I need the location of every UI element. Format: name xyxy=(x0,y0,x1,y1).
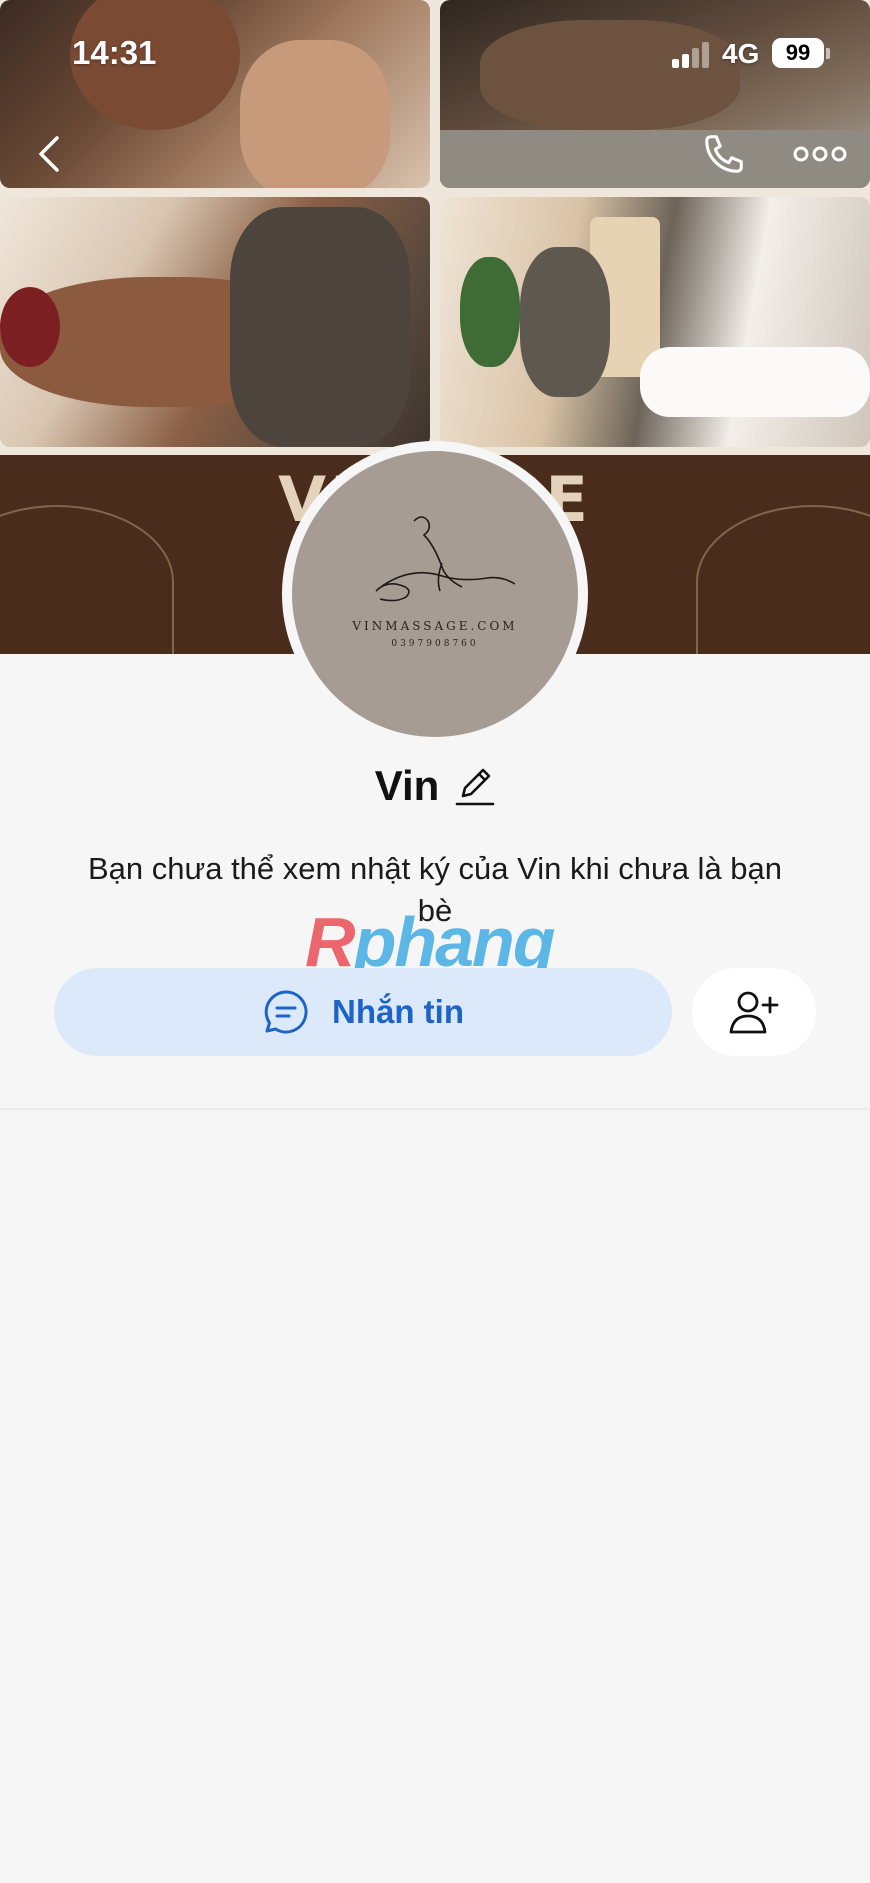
cover-photo-spa-room xyxy=(440,197,870,447)
message-button-label: Nhắn tin xyxy=(332,993,464,1030)
chevron-left-icon xyxy=(39,136,59,172)
massage-logo-icon xyxy=(375,516,516,602)
signal-icon xyxy=(672,42,712,68)
status-time: 14:31 xyxy=(72,34,157,71)
more-button[interactable] xyxy=(790,124,850,184)
cover-photo-back-massage xyxy=(0,197,430,447)
phone-icon xyxy=(705,135,743,173)
back-button[interactable] xyxy=(20,124,80,184)
add-user-icon xyxy=(729,991,779,1034)
profile-screen: VIN AGE 14:31 4G 99 xyxy=(0,0,870,1883)
chat-bubble-icon xyxy=(264,990,308,1034)
pencil-icon[interactable] xyxy=(455,764,495,808)
avatar-phone-text: 0397908760 xyxy=(391,639,479,649)
call-button[interactable] xyxy=(694,124,754,184)
profile-name-row: Vin xyxy=(0,762,870,810)
section-divider xyxy=(0,1108,870,1110)
battery-icon: 99 xyxy=(772,38,824,68)
more-horizontal-icon xyxy=(793,146,847,162)
status-bar: 14:31 4G 99 xyxy=(0,0,870,110)
avatar-site-text: VINMASSAGE.COM xyxy=(352,619,518,633)
network-type: 4G xyxy=(722,38,760,69)
profile-name: Vin xyxy=(374,762,440,809)
message-button[interactable]: Nhắn tin xyxy=(54,968,672,1056)
add-friend-button[interactable] xyxy=(692,968,816,1056)
avatar[interactable]: VINMASSAGE.COM 0397908760 xyxy=(292,451,578,737)
battery-cap xyxy=(826,48,830,59)
